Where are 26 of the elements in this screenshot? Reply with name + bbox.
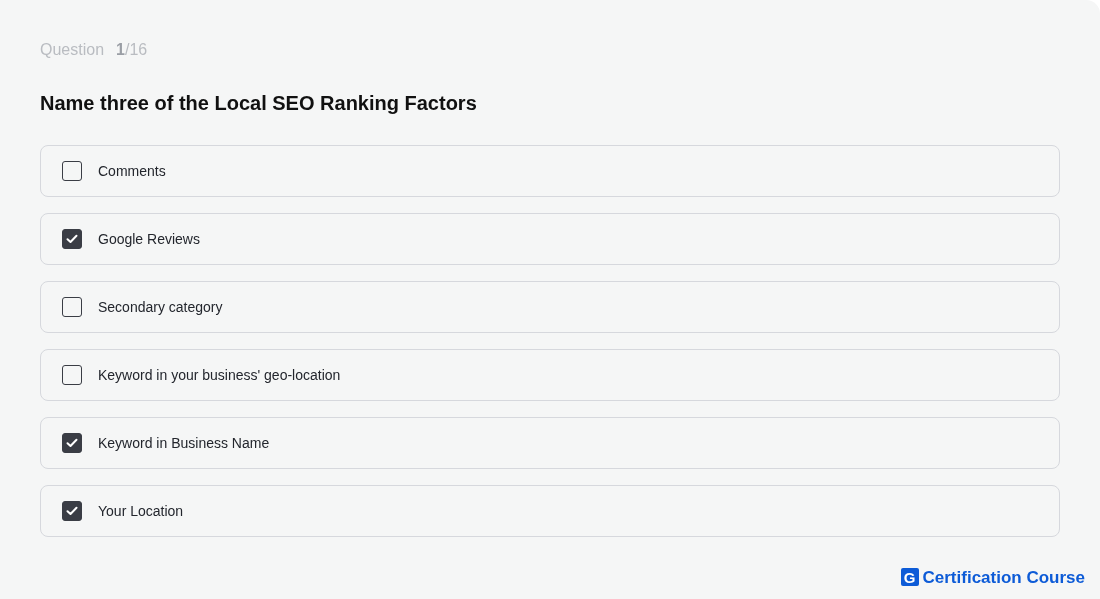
checkbox[interactable] [62, 297, 82, 317]
brand-name: Certification Course [922, 566, 1085, 589]
check-icon [66, 234, 78, 244]
checkbox[interactable] [62, 365, 82, 385]
question-label: Question [40, 41, 105, 58]
checkbox[interactable] [62, 433, 82, 453]
answer-option[interactable]: Comments [40, 145, 1060, 197]
question-counter: 1/16 [116, 41, 148, 58]
checkbox[interactable] [62, 229, 82, 249]
logo-mark: G [900, 568, 919, 587]
option-label: Google Reviews [98, 229, 200, 249]
answer-option[interactable]: Keyword in Business Name [40, 417, 1060, 469]
option-label: Secondary category [98, 297, 223, 317]
option-label: Keyword in your business' geo-location [98, 365, 341, 385]
answer-option[interactable]: Keyword in your business' geo-location [40, 349, 1060, 401]
answer-option[interactable]: Your Location [40, 485, 1060, 537]
checkbox[interactable] [62, 501, 82, 521]
checkbox[interactable] [62, 161, 82, 181]
option-label: Comments [98, 161, 166, 181]
answer-option[interactable]: Google Reviews [40, 213, 1060, 265]
check-icon [66, 438, 78, 448]
question-title: Name three of the Local SEO Ranking Factors [40, 91, 478, 116]
answer-option[interactable]: Secondary category [40, 281, 1060, 333]
option-label: Your Location [98, 501, 184, 521]
check-icon [66, 506, 78, 516]
option-label: Keyword in Business Name [98, 433, 270, 453]
